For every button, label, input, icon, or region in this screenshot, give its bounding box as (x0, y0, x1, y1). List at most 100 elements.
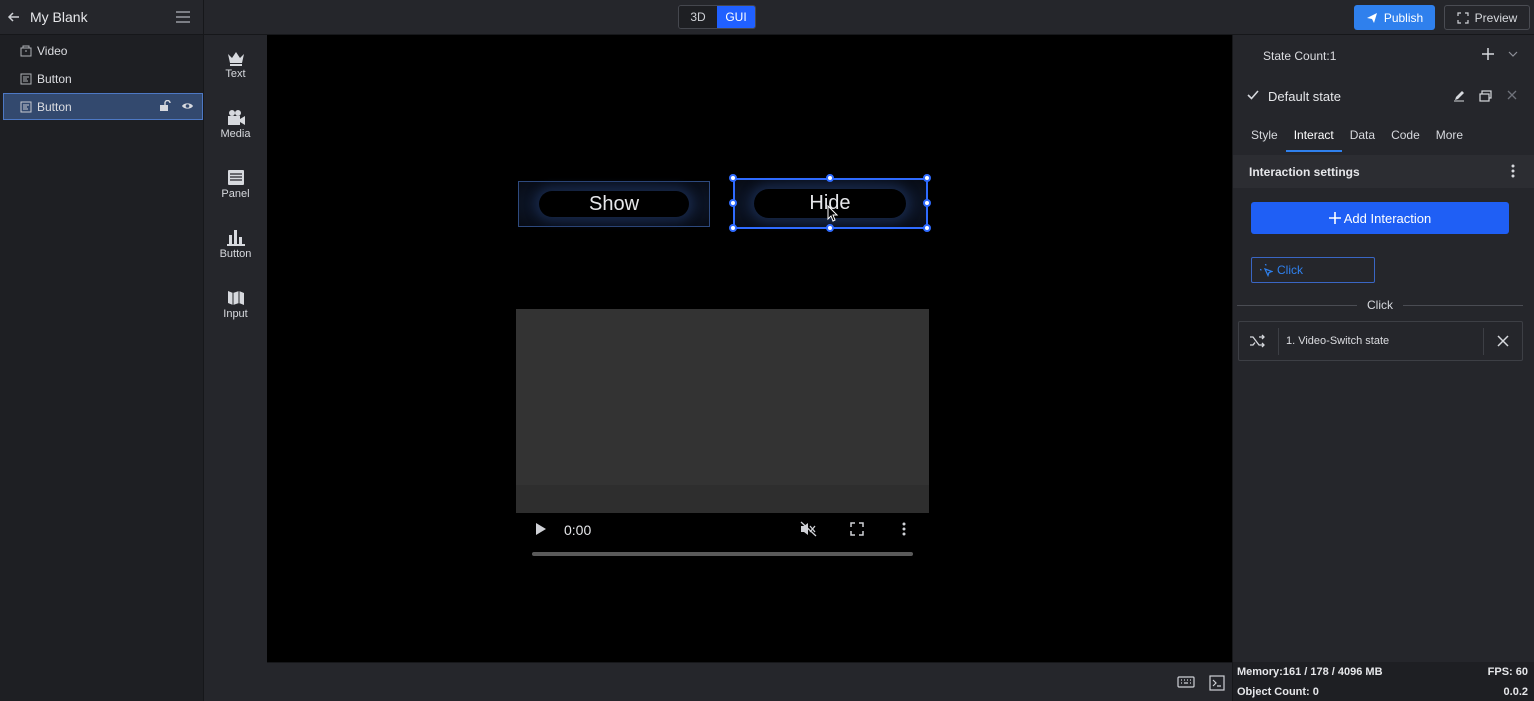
property-tabs: Style Interact Data Code More (1233, 123, 1534, 153)
copy-icon[interactable] (1479, 90, 1492, 102)
widget-button[interactable]: Button (204, 229, 267, 279)
widget-label: Button (219, 248, 252, 260)
add-interaction-label: Add Interaction (1343, 210, 1432, 226)
stats-footer: Memory:161 / 178 / 4096 MB FPS: 60 Objec… (1232, 662, 1534, 701)
mute-icon[interactable] (800, 521, 817, 537)
resize-handle[interactable] (826, 174, 834, 182)
fps-readout: FPS: 60 (1487, 666, 1528, 678)
button-layer-icon (20, 101, 32, 112)
edit-pencil-icon[interactable] (1453, 90, 1465, 102)
tab-data[interactable]: Data (1342, 123, 1383, 152)
divider (203, 0, 204, 35)
plus-icon (1328, 212, 1341, 224)
video-player[interactable]: 0:00 (516, 309, 929, 556)
play-icon[interactable] (535, 522, 547, 536)
check-icon (1247, 90, 1259, 100)
state-name: Default state (1268, 89, 1341, 104)
tab-style[interactable]: Style (1243, 123, 1286, 152)
trigger-label: Click (1277, 263, 1303, 277)
resize-handle[interactable] (923, 199, 931, 207)
widget-label: Input (223, 308, 248, 320)
resize-handle[interactable] (729, 224, 737, 232)
mouse-cursor-icon (827, 205, 839, 222)
shuffle-icon (1250, 334, 1265, 348)
tab-more[interactable]: More (1428, 123, 1471, 152)
bar-chart-icon (226, 230, 245, 246)
fullscreen-icon (1457, 11, 1469, 24)
properties-panel: State Count:1 Default state Style Intera… (1232, 35, 1534, 662)
widget-input[interactable]: Input (204, 289, 267, 339)
section-title: Interaction settings (1249, 165, 1360, 179)
resize-handle[interactable] (826, 224, 834, 232)
version-label: 0.0.2 (1503, 686, 1528, 698)
project-title: My Blank (30, 9, 88, 25)
resize-handle[interactable] (923, 224, 931, 232)
widget-panel[interactable]: Panel (204, 169, 267, 219)
divider (1483, 328, 1484, 355)
resize-handle[interactable] (923, 174, 931, 182)
state-count: State Count:1 (1263, 49, 1337, 63)
tab-interact[interactable]: Interact (1285, 123, 1342, 152)
pointer-click-icon (1260, 263, 1273, 277)
object-count: Object Count: 0 (1237, 686, 1319, 698)
tab-code[interactable]: Code (1383, 123, 1428, 152)
layer-item-button-selected[interactable]: Button (3, 93, 203, 120)
more-vertical-icon[interactable] (902, 521, 906, 537)
widgets-bar: Text Media Panel Button Input (204, 35, 267, 701)
divider (1278, 328, 1279, 355)
layer-item-button[interactable]: Button (4, 66, 202, 92)
group-icon (20, 45, 32, 57)
interaction-settings-header: Interaction settings (1233, 155, 1534, 188)
layer-label: Video (37, 44, 68, 58)
mode-gui-button[interactable]: GUI (717, 6, 755, 28)
eye-icon[interactable] (181, 100, 194, 112)
video-controls-bar (516, 485, 929, 513)
status-bar (267, 662, 1232, 701)
state-row[interactable]: Default state (1233, 81, 1534, 111)
interaction-action-row[interactable]: 1. Video-Switch state (1238, 321, 1523, 361)
video-time: 0:00 (564, 522, 592, 538)
resize-handle[interactable] (729, 174, 737, 182)
video-progress-track[interactable] (532, 552, 913, 556)
close-icon[interactable] (1507, 90, 1517, 100)
keyboard-icon[interactable] (1177, 675, 1195, 689)
gui-canvas[interactable]: Show Hide 0:00 (267, 35, 1232, 662)
layer-actions (159, 100, 194, 112)
layer-label: Button (37, 72, 72, 86)
publish-label: Publish (1383, 10, 1424, 25)
back-arrow-icon[interactable] (6, 9, 22, 25)
layer-label: Button (37, 99, 72, 114)
chevron-down-icon[interactable] (1508, 50, 1518, 58)
preview-button[interactable]: Preview (1444, 5, 1530, 30)
more-vertical-icon[interactable] (1511, 163, 1515, 179)
map-icon (227, 291, 244, 305)
preview-label: Preview (1474, 10, 1518, 25)
send-icon (1366, 12, 1377, 23)
top-bar: My Blank 3D GUI Publish Preview (0, 0, 1534, 35)
terminal-icon[interactable] (1209, 675, 1225, 691)
mode-toggle: 3D GUI (678, 5, 756, 29)
memory-readout: Memory:161 / 178 / 4096 MB (1237, 666, 1383, 678)
show-button[interactable]: Show (518, 181, 710, 227)
trigger-click-tag[interactable]: Click (1251, 257, 1375, 283)
publish-button[interactable]: Publish (1354, 5, 1435, 30)
add-icon[interactable] (1481, 47, 1495, 61)
hamburger-menu-icon[interactable] (175, 10, 191, 24)
button-layer-icon (20, 73, 32, 85)
video-camera-icon (227, 110, 245, 125)
fullscreen-icon[interactable] (850, 522, 864, 536)
trigger-divider: Click (1237, 298, 1523, 312)
add-interaction-button[interactable]: Add Interaction (1251, 202, 1509, 234)
widget-label: Panel (221, 188, 250, 200)
layer-item-video[interactable]: Video (4, 38, 202, 64)
widget-text[interactable]: Text (204, 50, 267, 100)
close-icon[interactable] (1497, 335, 1509, 347)
action-label: 1. Video-Switch state (1286, 335, 1390, 347)
resize-handle[interactable] (729, 199, 737, 207)
panel-icon (227, 170, 244, 185)
crown-text-icon (227, 52, 244, 66)
mode-3d-button[interactable]: 3D (679, 6, 717, 28)
show-button-label: Show (539, 191, 689, 217)
widget-media[interactable]: Media (204, 109, 267, 159)
unlock-icon[interactable] (159, 100, 171, 112)
